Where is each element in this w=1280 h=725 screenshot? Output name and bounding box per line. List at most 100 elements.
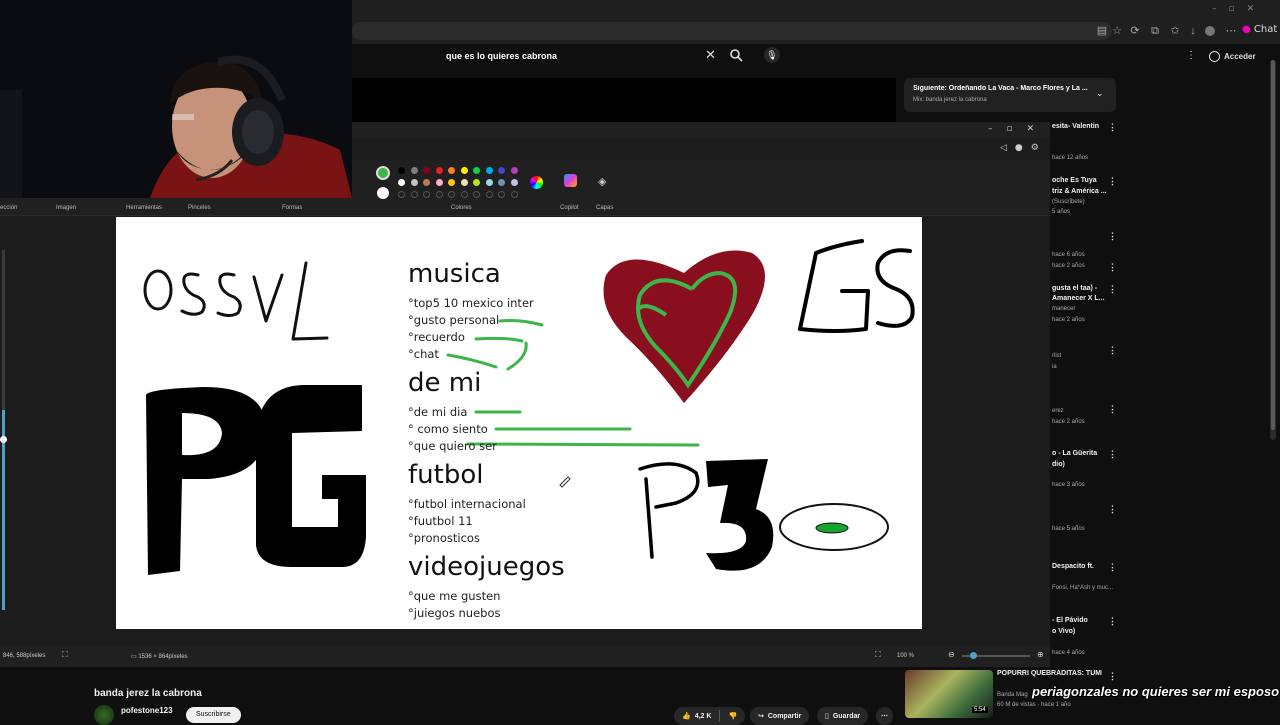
brush-size-slider[interactable]: [0, 240, 8, 620]
sidebar-item-title[interactable]: gusta el taa) -: [1052, 285, 1097, 292]
save-button[interactable]: ▯ Guardar: [817, 707, 869, 725]
color-swatch[interactable]: [510, 179, 518, 186]
ribbon-label-colors[interactable]: Colores: [451, 205, 472, 211]
ribbon-label-shapes[interactable]: Formas: [282, 205, 302, 211]
share-button[interactable]: ↪ Compartir: [750, 707, 810, 725]
more-actions-button[interactable]: ⋯: [876, 707, 893, 725]
channel-avatar[interactable]: [94, 705, 114, 725]
more-options-icon[interactable]: ⋮: [1108, 345, 1117, 356]
clear-search-icon[interactable]: ✕: [705, 48, 716, 63]
scrollbar-thumb[interactable]: [1271, 60, 1275, 430]
color-swatch[interactable]: [460, 167, 468, 174]
subscribe-button[interactable]: Suscribirse: [186, 707, 241, 723]
chat-button[interactable]: ● Chat: [1242, 24, 1277, 35]
star-icon[interactable]: ☆: [1110, 24, 1124, 38]
empty-swatch[interactable]: [398, 191, 405, 198]
color-swatch[interactable]: [473, 167, 480, 174]
profile-avatar[interactable]: [1205, 26, 1215, 36]
reader-icon[interactable]: ▤: [1095, 24, 1109, 38]
settings-menu-icon[interactable]: ⋮: [1186, 50, 1196, 61]
color-swatch[interactable]: [448, 179, 455, 186]
empty-swatch[interactable]: [410, 191, 418, 198]
ribbon-label-copilot[interactable]: Copilot: [560, 205, 579, 211]
empty-swatch[interactable]: [510, 191, 518, 198]
ribbon-label-brushes[interactable]: Pinceles: [188, 205, 211, 211]
ribbon-label-image[interactable]: Imagen: [56, 205, 76, 211]
microphone-icon[interactable]: 🎙: [764, 47, 780, 63]
color-swatch[interactable]: [410, 179, 418, 186]
sidebar-item-title[interactable]: dio): [1052, 461, 1065, 468]
extensions-icon[interactable]: ⧉: [1148, 24, 1162, 38]
empty-swatch[interactable]: [473, 191, 480, 198]
search-icon[interactable]: [729, 48, 743, 62]
color-swatch[interactable]: [498, 167, 505, 174]
sidebar-item-title[interactable]: Despacito ft.: [1052, 563, 1094, 570]
login-button[interactable]: Acceder: [1205, 47, 1264, 65]
more-options-icon[interactable]: ⋮: [1108, 616, 1117, 627]
address-bar[interactable]: [352, 22, 1112, 40]
color-swatch[interactable]: [510, 167, 518, 174]
refresh-icon[interactable]: ⟳: [1128, 24, 1142, 38]
zoom-out-icon[interactable]: ⊖: [948, 650, 955, 659]
more-options-icon[interactable]: ⋮: [1108, 176, 1117, 187]
sidebar-item-title[interactable]: Amanecer X L...: [1052, 295, 1105, 302]
fit-screen-icon[interactable]: ⛶: [875, 650, 881, 660]
more-icon[interactable]: ⋯: [1224, 24, 1238, 38]
zoom-slider[interactable]: [962, 652, 1030, 659]
more-options-icon[interactable]: ⋮: [1108, 562, 1117, 573]
sidebar-item-title[interactable]: o - La Güerita: [1052, 450, 1097, 457]
color-picker-icon[interactable]: [530, 176, 543, 189]
more-options-icon[interactable]: ⋮: [1108, 449, 1117, 460]
zoom-level[interactable]: 100 %: [897, 653, 914, 659]
more-options-icon[interactable]: ⋮: [1108, 122, 1117, 133]
primary-color-swatch[interactable]: [376, 166, 390, 180]
color-swatch[interactable]: [460, 179, 468, 186]
sidebar-item-title[interactable]: esita- Valentin: [1052, 123, 1099, 130]
empty-swatch[interactable]: [485, 191, 493, 198]
like-button[interactable]: 👍 4,2 K 👎: [674, 707, 746, 725]
paint-canvas[interactable]: musica °top5 10 mexico inter °gusto pers…: [116, 217, 922, 629]
ribbon-label-layers[interactable]: Capas: [596, 205, 613, 211]
color-swatch[interactable]: [435, 179, 443, 186]
thumbs-down-icon[interactable]: 👎: [728, 712, 737, 720]
slider-handle[interactable]: [0, 436, 7, 443]
window-controls[interactable]: –▫✕: [1212, 4, 1266, 14]
color-swatch[interactable]: [410, 167, 418, 174]
mix-title[interactable]: POPURRÍ QUEBRADITAS: TUMBANDO CAÑA - COM…: [997, 670, 1102, 677]
empty-swatch[interactable]: [498, 191, 505, 198]
color-swatch[interactable]: [423, 167, 430, 174]
sidebar-item-title[interactable]: oche Es Tuya: [1052, 177, 1097, 184]
secondary-color-swatch[interactable]: [377, 187, 389, 199]
layers-icon[interactable]: ◈: [598, 175, 606, 188]
color-swatch[interactable]: [398, 179, 405, 186]
color-swatch[interactable]: [398, 167, 405, 174]
video-player[interactable]: [352, 78, 896, 122]
empty-swatch[interactable]: [435, 191, 443, 198]
empty-swatch[interactable]: [460, 191, 468, 198]
zoom-slider-handle[interactable]: [970, 652, 977, 659]
download-icon[interactable]: ↓: [1186, 24, 1200, 38]
color-swatch[interactable]: [498, 179, 505, 186]
next-up-panel[interactable]: [904, 78, 1116, 112]
color-swatch[interactable]: [448, 167, 455, 174]
paint-window-controls[interactable]: –▫✕: [988, 124, 1048, 134]
color-swatch[interactable]: [485, 167, 493, 174]
more-options-icon[interactable]: ⋮: [1108, 671, 1117, 682]
more-options-icon[interactable]: ⋮: [1108, 504, 1117, 515]
more-options-icon[interactable]: ⋮: [1108, 404, 1117, 415]
color-swatch[interactable]: [485, 179, 493, 186]
empty-swatch[interactable]: [448, 191, 455, 198]
empty-swatch[interactable]: [423, 191, 430, 198]
chevron-down-icon[interactable]: ⌄: [1096, 89, 1104, 99]
more-options-icon[interactable]: ⋮: [1108, 262, 1117, 273]
more-options-icon[interactable]: ⋮: [1108, 284, 1117, 295]
sidebar-item-title[interactable]: - El Pávido: [1052, 617, 1088, 624]
favorites-icon[interactable]: ✩: [1168, 24, 1182, 38]
zoom-in-icon[interactable]: ⊕: [1037, 650, 1044, 659]
more-options-icon[interactable]: ⋮: [1108, 231, 1117, 242]
paint-share-icon[interactable]: ◁●⚙: [1000, 143, 1047, 153]
color-swatch[interactable]: [435, 167, 443, 174]
copilot-icon[interactable]: [564, 174, 577, 187]
sidebar-item-title[interactable]: triz & América ...: [1052, 188, 1107, 195]
ribbon-label-tools[interactable]: Herramientas: [126, 205, 162, 211]
